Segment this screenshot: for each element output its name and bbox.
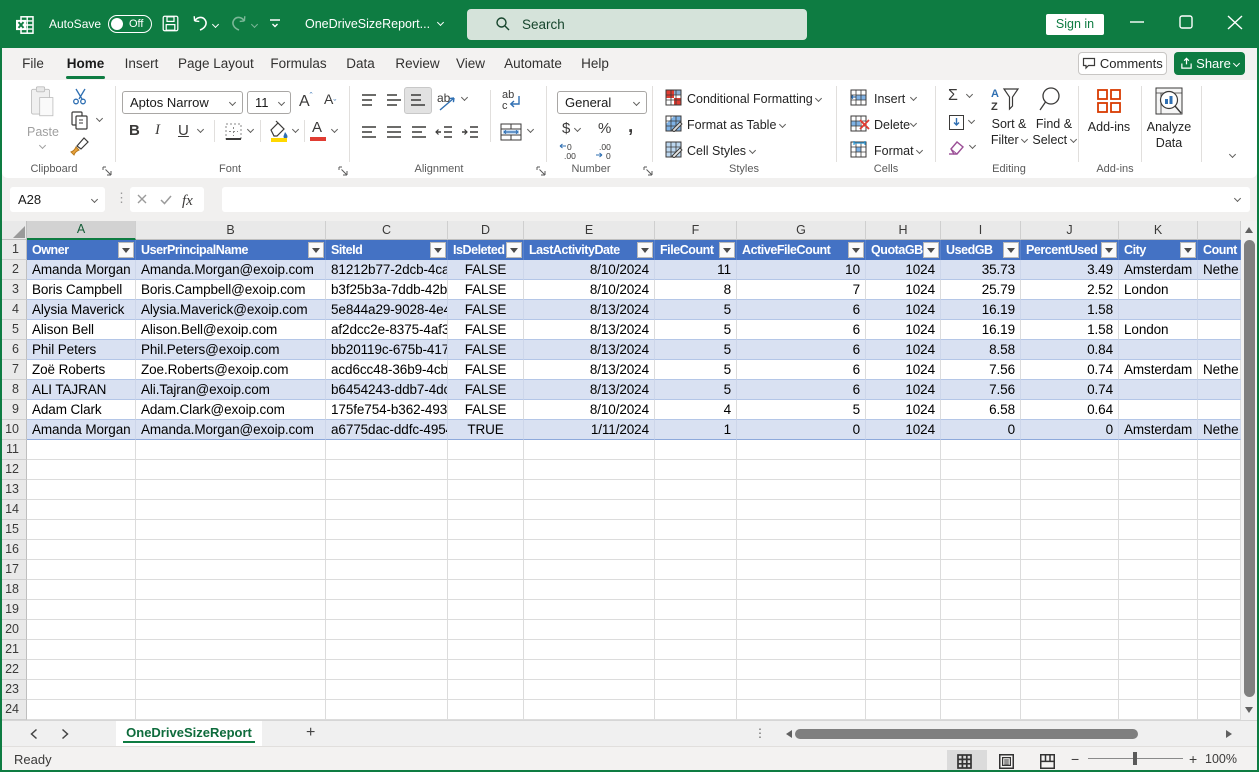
svg-text:fx: fx — [182, 193, 193, 209]
svg-text:c: c — [502, 100, 508, 112]
svg-text:Z: Z — [991, 101, 998, 112]
svg-text:.00: .00 — [564, 151, 576, 160]
svg-text:A: A — [991, 88, 999, 100]
svg-text:0: 0 — [606, 151, 611, 160]
